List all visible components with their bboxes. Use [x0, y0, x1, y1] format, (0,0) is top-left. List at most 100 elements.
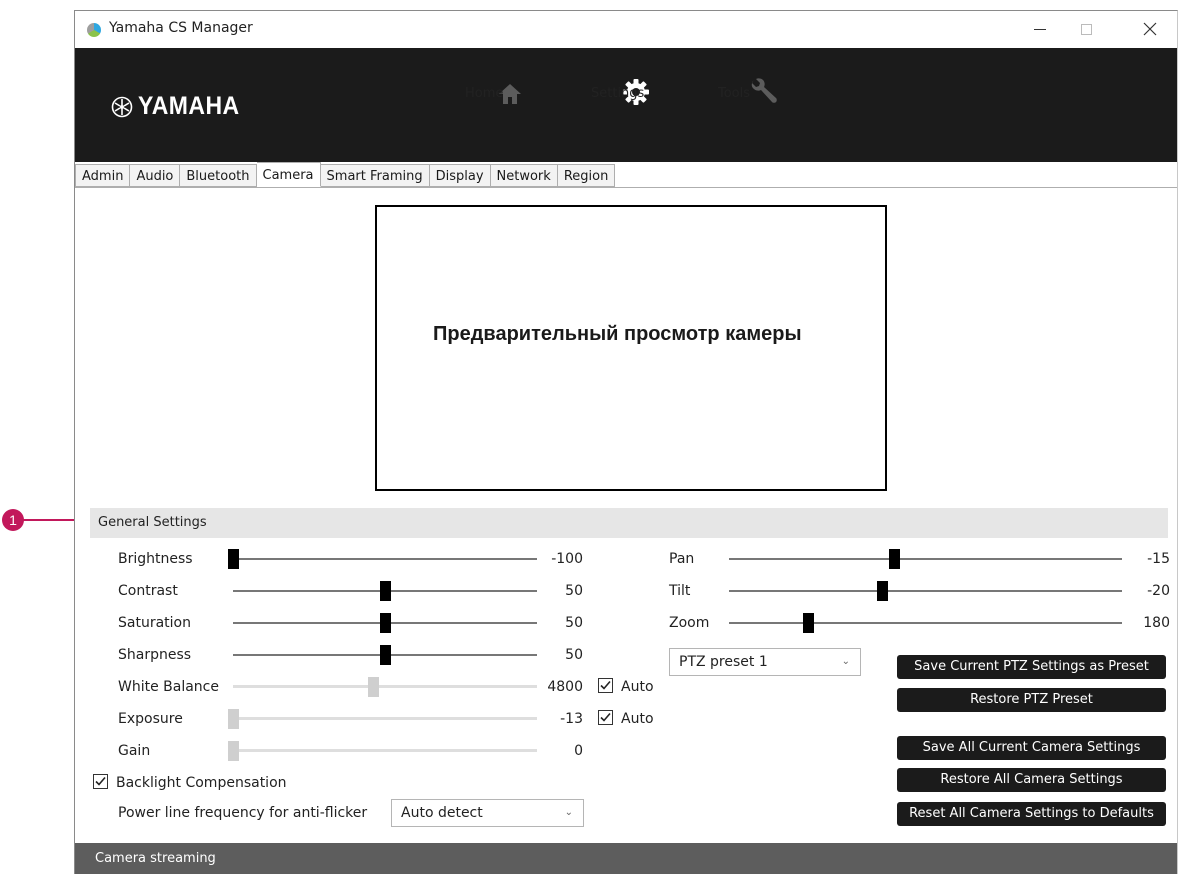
exposure-auto-checkbox[interactable]	[598, 710, 613, 725]
power-line-label: Power line frequency for anti-flicker	[118, 805, 368, 821]
sharpness-row: Sharpness 50	[118, 645, 588, 665]
app-logo-icon	[87, 23, 101, 37]
camera-streaming-header[interactable]: Camera streaming	[75, 843, 1177, 874]
window-title: Yamaha CS Manager	[109, 20, 253, 36]
backlight-compensation-checkbox[interactable]	[93, 774, 108, 789]
sharpness-label: Sharpness	[118, 647, 192, 663]
maximize-button[interactable]	[1063, 11, 1109, 47]
minimize-icon	[1034, 28, 1046, 30]
close-button[interactable]	[1127, 11, 1173, 47]
brightness-value: -100	[551, 551, 583, 567]
nav-settings-label: Settings	[591, 86, 645, 101]
chevron-down-icon: ⌄	[841, 656, 850, 667]
settings-tabs: Admin Audio Bluetooth Camera Smart Frami…	[75, 162, 616, 188]
nav-home-label: Home	[465, 86, 504, 101]
sharpness-value: 50	[565, 647, 583, 663]
app-header: YAMAHA Home Settings Tools	[75, 48, 1177, 162]
contrast-label: Contrast	[118, 583, 178, 599]
power-line-selected-value: Auto detect	[401, 805, 483, 821]
maximize-icon	[1080, 23, 1092, 35]
backlight-row: Backlight Compensation	[93, 773, 393, 793]
gain-slider[interactable]	[233, 749, 537, 752]
reset-camera-settings-button[interactable]: Reset All Camera Settings to Defaults	[897, 802, 1166, 826]
white-balance-auto-label: Auto	[621, 679, 654, 695]
pan-value: -15	[1147, 551, 1170, 567]
white-balance-value: 4800	[547, 679, 583, 695]
sharpness-slider-thumb[interactable]	[380, 645, 391, 665]
brightness-label: Brightness	[118, 551, 193, 567]
nav-home[interactable]: Home	[465, 76, 555, 106]
saturation-label: Saturation	[118, 615, 191, 631]
callout-marker: 1	[2, 509, 24, 531]
yamaha-logo: YAMAHA	[111, 92, 248, 121]
ptz-preset-selected-value: PTZ preset 1	[679, 654, 768, 670]
tab-audio[interactable]: Audio	[130, 164, 181, 187]
pan-label: Pan	[669, 551, 695, 567]
gain-slider-thumb[interactable]	[228, 741, 239, 761]
minimize-button[interactable]	[1017, 11, 1063, 47]
camera-preview: Предварительный просмотр камеры	[375, 205, 887, 491]
tuning-fork-logo-icon	[111, 96, 133, 117]
save-ptz-preset-button[interactable]: Save Current PTZ Settings as Preset	[897, 655, 1166, 679]
tilt-row: Tilt -20	[669, 581, 1171, 601]
title-bar: Yamaha CS Manager	[75, 11, 1177, 48]
contrast-value: 50	[565, 583, 583, 599]
saturation-slider-thumb[interactable]	[380, 613, 391, 633]
backlight-compensation-label: Backlight Compensation	[116, 775, 287, 791]
brightness-slider[interactable]	[233, 558, 537, 560]
pan-slider-thumb[interactable]	[889, 549, 901, 569]
white-balance-row: White Balance 4800 Auto	[118, 677, 678, 697]
exposure-value: -13	[560, 711, 583, 727]
saturation-row: Saturation 50	[118, 613, 588, 633]
tab-bluetooth[interactable]: Bluetooth	[180, 164, 257, 187]
exposure-slider[interactable]	[233, 717, 537, 720]
tab-display[interactable]: Display	[429, 164, 491, 187]
tilt-slider[interactable]	[729, 590, 1122, 592]
restore-all-camera-settings-button[interactable]: Restore All Camera Settings	[897, 768, 1166, 792]
white-balance-slider-thumb[interactable]	[367, 677, 379, 697]
white-balance-label: White Balance	[118, 679, 219, 695]
saturation-value: 50	[565, 615, 583, 631]
zoom-label: Zoom	[669, 615, 710, 631]
white-balance-auto-checkbox[interactable]	[598, 678, 613, 693]
brightness-slider-thumb[interactable]	[228, 549, 239, 569]
nav-settings[interactable]: Settings	[591, 76, 681, 106]
gain-row: Gain 0	[118, 741, 588, 761]
restore-ptz-preset-button[interactable]: Restore PTZ Preset	[897, 688, 1166, 712]
contrast-slider-thumb[interactable]	[380, 581, 391, 601]
wrench-icon	[751, 78, 777, 103]
checkmark-icon	[600, 680, 611, 690]
chevron-down-icon: ⌄	[564, 807, 573, 818]
zoom-slider-thumb[interactable]	[802, 613, 814, 633]
tilt-value: -20	[1147, 583, 1170, 599]
checkmark-icon	[95, 776, 106, 786]
save-all-camera-settings-button[interactable]: Save All Current Camera Settings	[897, 736, 1166, 760]
tab-region[interactable]: Region	[557, 164, 616, 187]
tilt-slider-thumb[interactable]	[877, 581, 889, 601]
tab-camera[interactable]: Camera	[256, 162, 321, 187]
contrast-row: Contrast 50	[118, 581, 588, 601]
nav-tools[interactable]: Tools	[718, 76, 808, 106]
ptz-preset-select[interactable]: PTZ preset 1 ⌄	[669, 648, 861, 676]
pan-row: Pan -15	[669, 549, 1171, 569]
zoom-slider[interactable]	[729, 622, 1122, 624]
gain-label: Gain	[118, 743, 151, 759]
nav-tools-label: Tools	[718, 86, 751, 101]
close-icon	[1143, 22, 1157, 36]
white-balance-slider[interactable]	[233, 685, 537, 688]
zoom-row: Zoom 180	[669, 613, 1171, 633]
exposure-slider-thumb[interactable]	[228, 709, 239, 729]
pan-slider[interactable]	[729, 558, 1122, 560]
exposure-auto-label: Auto	[621, 711, 654, 727]
tab-network[interactable]: Network	[490, 164, 558, 187]
logo-text: YAMAHA	[138, 92, 240, 120]
tilt-label: Tilt	[669, 583, 691, 599]
exposure-row: Exposure -13 Auto	[118, 709, 678, 729]
tab-smart-framing[interactable]: Smart Framing	[320, 164, 430, 187]
gain-value: 0	[574, 743, 583, 759]
exposure-label: Exposure	[118, 711, 183, 727]
camera-preview-caption: Предварительный просмотр камеры	[433, 323, 802, 345]
power-line-select[interactable]: Auto detect ⌄	[391, 799, 584, 827]
tab-admin[interactable]: Admin	[75, 164, 131, 187]
general-settings-header[interactable]: General Settings	[90, 508, 1168, 538]
